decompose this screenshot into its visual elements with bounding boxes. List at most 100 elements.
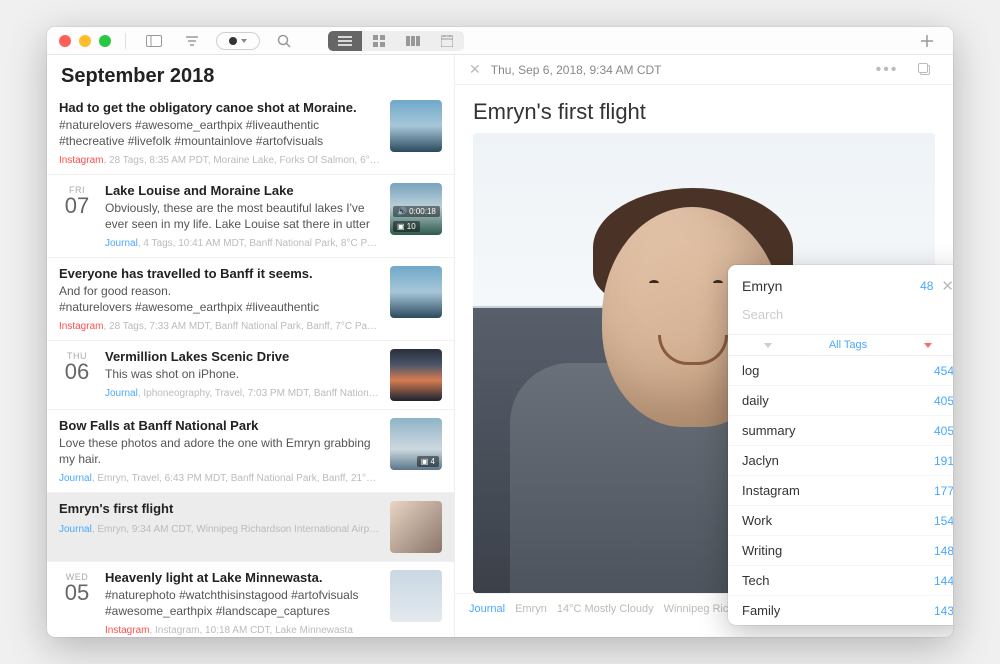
tag-name: daily [742, 393, 769, 408]
titlebar [47, 27, 953, 55]
view-columns-button[interactable] [396, 31, 430, 51]
all-tags-tab[interactable]: All Tags [808, 335, 888, 355]
view-mode-segmented [328, 31, 464, 51]
entry-excerpt: Love these photos and adore the one with… [59, 435, 380, 467]
tag-name: Work [742, 513, 772, 528]
close-detail-button[interactable]: ✕ [469, 61, 481, 78]
tag-name: Tech [742, 573, 769, 588]
entry-row[interactable]: THU06 Vermillion Lakes Scenic Drive This… [47, 340, 454, 409]
entry-list-pane: September 2018 Had to get the obligatory… [47, 55, 455, 637]
view-list-button[interactable] [328, 31, 362, 51]
tag-row[interactable]: Work 154 [728, 506, 953, 536]
tag-row[interactable]: Family 143 [728, 596, 953, 625]
footer-journal[interactable]: Journal [469, 603, 505, 615]
tag-name: Writing [742, 543, 782, 558]
entry-meta: Journal, Emryn, 9:34 AM CDT, Winnipeg Ri… [59, 524, 380, 535]
detail-header: ✕ Thu, Sep 6, 2018, 9:34 AM CDT ••• [455, 55, 953, 85]
tag-count: 154 [934, 514, 953, 528]
tag-name: Family [742, 603, 780, 618]
entry-row[interactable]: Everyone has travelled to Banff it seems… [47, 257, 454, 340]
view-grid-button[interactable] [362, 31, 396, 51]
entry-timestamp: Thu, Sep 6, 2018, 9:34 AM CDT [491, 63, 662, 77]
tag-row[interactable]: summary 405 [728, 416, 953, 446]
entry-meta: Instagram, 28 Tags, 8:35 AM PDT, Moraine… [59, 155, 380, 166]
entry-meta: Instagram, Instagram, 10:18 AM CDT, Lake… [105, 625, 380, 636]
footer-weather: 14°C Mostly Cloudy [557, 603, 654, 615]
sort-alpha-tab[interactable] [728, 335, 808, 355]
search-button[interactable] [270, 31, 298, 51]
tag-count: 191 [934, 454, 953, 468]
tag-count: 405 [934, 424, 953, 438]
entry-row[interactable]: FRI07 Lake Louise and Moraine Lake Obvio… [47, 174, 454, 257]
popover-close-button[interactable]: ✕ [941, 277, 953, 295]
popover-current-count: 48 [920, 279, 933, 293]
entry-thumbnail [390, 501, 442, 553]
tag-row[interactable]: Writing 148 [728, 536, 953, 566]
tag-name: log [742, 363, 759, 378]
close-window-button[interactable] [59, 35, 71, 47]
sidebar-toggle-button[interactable] [140, 31, 168, 51]
entry-thumbnail: ▣ 10🔊 0:00:18 [390, 183, 442, 235]
tag-row[interactable]: Tech 144 [728, 566, 953, 596]
entry-title: Lake Louise and Moraine Lake [105, 183, 380, 198]
entry-meta: Journal, Emryn, Travel, 6:43 PM MDT, Ban… [59, 473, 380, 484]
tag-row[interactable]: Jaclyn 191 [728, 446, 953, 476]
tag-row[interactable]: Instagram177 [728, 476, 953, 506]
entry-title[interactable]: Emryn's first flight [455, 85, 953, 133]
entry-thumbnail [390, 266, 442, 318]
new-entry-button[interactable] [913, 31, 941, 51]
entry-title: Heavenly light at Lake Minnewasta. [105, 570, 380, 585]
photo-count-badge: ▣ 4 [417, 456, 439, 467]
tag-list[interactable]: log 454 daily 405 summary 405 Jaclyn 191 Instagr… [728, 356, 953, 625]
entry-excerpt: And for good reason.#naturelovers #aweso… [59, 283, 380, 315]
filter-button[interactable] [178, 31, 206, 51]
popover-current-tag: Emryn [742, 278, 912, 294]
entry-date: THU06 [59, 349, 95, 401]
entry-list[interactable]: Had to get the obligatory canoe shot at … [47, 92, 454, 637]
video-duration-badge: 🔊 0:00:18 [393, 206, 440, 217]
minimize-window-button[interactable] [79, 35, 91, 47]
entry-title: Everyone has travelled to Banff it seems… [59, 266, 380, 281]
popover-sort-tabs: All Tags [728, 334, 953, 356]
entry-date: FRI07 [59, 183, 95, 249]
sort-count-tab[interactable] [888, 335, 953, 355]
entry-title: Had to get the obligatory canoe shot at … [59, 100, 380, 115]
entry-meta: Instagram, 28 Tags, 7:33 AM MDT, Banff N… [59, 321, 380, 332]
entry-thumbnail: ▣ 4 [390, 418, 442, 470]
journal-filter-chip[interactable] [216, 32, 260, 50]
tag-row[interactable]: log 454 [728, 356, 953, 386]
zoom-window-button[interactable] [99, 35, 111, 47]
entry-excerpt: Obviously, these are the most beautiful … [105, 200, 380, 232]
open-in-window-button[interactable] [911, 60, 939, 80]
entry-title: Vermillion Lakes Scenic Drive [105, 349, 380, 364]
tag-search-input[interactable] [740, 303, 953, 326]
tag-count: 177 [934, 484, 953, 498]
entry-date: WED05 [59, 570, 95, 636]
tag-count: 454 [934, 364, 953, 378]
entry-excerpt: This was shot on iPhone. [105, 366, 380, 382]
entry-thumbnail [390, 349, 442, 401]
entry-meta: Journal, Iphoneography, Travel, 7:03 PM … [105, 388, 380, 399]
entry-thumbnail [390, 100, 442, 152]
entry-row[interactable]: Emryn's first flight Journal, Emryn, 9:3… [47, 492, 454, 561]
tag-row[interactable]: daily 405 [728, 386, 953, 416]
entry-thumbnail [390, 570, 442, 622]
tag-name: summary [742, 423, 795, 438]
month-header: September 2018 [47, 55, 454, 92]
tag-name: Jaclyn [742, 453, 779, 468]
content-split: September 2018 Had to get the obligatory… [47, 55, 953, 637]
entry-row[interactable]: WED05 Heavenly light at Lake Minnewasta.… [47, 561, 454, 637]
tag-count: 143 [934, 604, 953, 618]
entry-excerpt: #naturephoto #watchthisinstagood #artofv… [105, 587, 380, 619]
more-actions-button[interactable]: ••• [873, 60, 901, 80]
entry-detail-pane: ✕ Thu, Sep 6, 2018, 9:34 AM CDT ••• Emry… [455, 55, 953, 637]
tag-count: 405 [934, 394, 953, 408]
window-controls [59, 35, 111, 47]
view-calendar-button[interactable] [430, 31, 464, 51]
footer-tag[interactable]: Emryn [515, 603, 547, 615]
entry-row[interactable]: Bow Falls at Banff National Park Love th… [47, 409, 454, 492]
entry-row[interactable]: Had to get the obligatory canoe shot at … [47, 92, 454, 174]
tag-count: 148 [934, 544, 953, 558]
app-window: September 2018 Had to get the obligatory… [47, 27, 953, 637]
tag-count: 144 [934, 574, 953, 588]
